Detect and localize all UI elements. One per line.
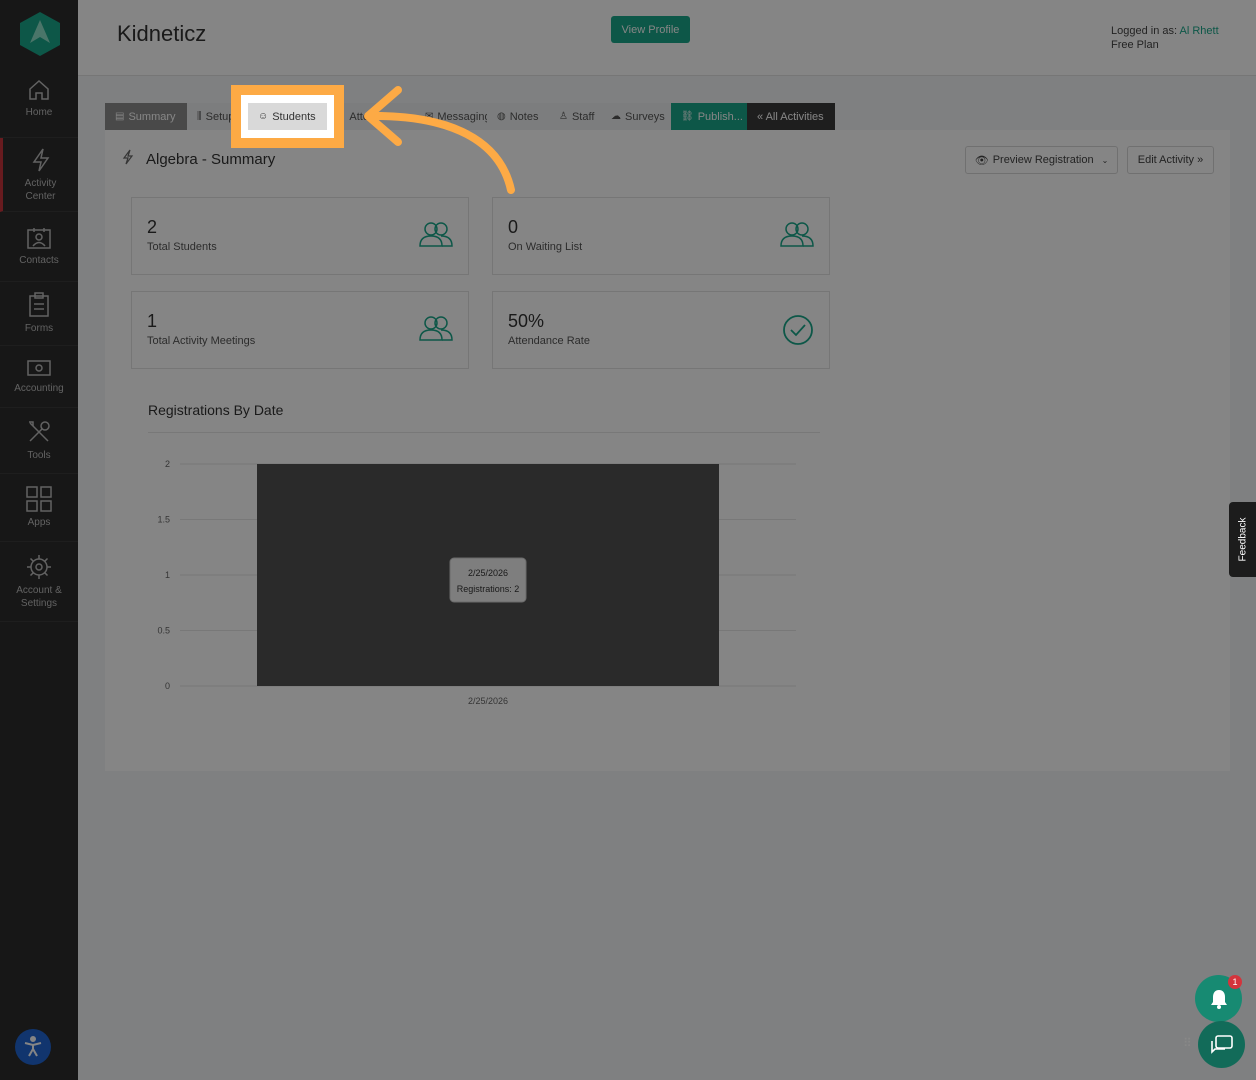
notification-badge: 1 — [1228, 975, 1242, 989]
drag-handle[interactable]: ⠿ — [1183, 1037, 1192, 1049]
feedback-label: Feedback — [1237, 517, 1249, 562]
chat-icon — [1210, 1034, 1233, 1054]
arrow-annotation — [364, 86, 515, 194]
highlight-frame — [231, 85, 344, 148]
chat-button[interactable] — [1198, 1021, 1245, 1068]
feedback-tab[interactable]: Feedback — [1229, 502, 1256, 577]
tutorial-overlay — [0, 0, 1256, 1080]
bell-icon — [1210, 989, 1227, 1009]
